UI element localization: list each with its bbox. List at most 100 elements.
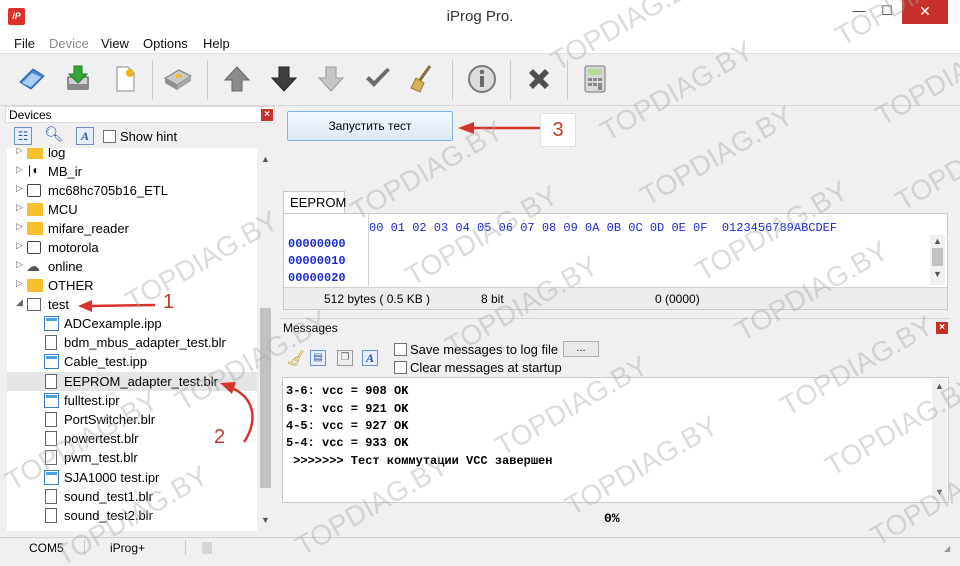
calculator-icon[interactable] (577, 61, 613, 97)
annotation-number-2: 2 (214, 426, 226, 448)
toolbar (0, 54, 960, 106)
menu-help[interactable]: Help (203, 36, 230, 51)
broom-icon[interactable] (405, 61, 441, 97)
checkmark-icon[interactable] (360, 61, 396, 97)
document-icon (45, 508, 57, 523)
menu-file[interactable]: File (14, 36, 35, 51)
info-icon[interactable] (464, 61, 500, 97)
window-title: iProg Pro. (446, 8, 514, 25)
tree-scrollbar[interactable]: ▲ ▼ (257, 148, 274, 531)
run-test-button[interactable]: Запустить тест (287, 111, 453, 141)
status-divider (185, 540, 186, 555)
scroll-down-icon[interactable]: ▼ (933, 269, 942, 279)
chip-icon (27, 184, 41, 197)
menu-view[interactable]: View (101, 36, 129, 51)
tree-item[interactable]: Cable_test.ipp (7, 352, 257, 371)
tree-item[interactable]: bdm_mbus_adapter_test.blr (7, 333, 257, 352)
save-log-checkbox[interactable] (394, 343, 407, 356)
expand-arrow-icon[interactable]: ▷ (16, 164, 23, 175)
new-document-icon[interactable] (107, 61, 143, 97)
hex-scrollbar[interactable]: ▲ ▼ (930, 235, 945, 285)
expand-arrow-icon[interactable]: ▷ (16, 240, 23, 251)
expand-arrow-icon[interactable]: ▷ (16, 278, 23, 289)
clear-startup-checkbox[interactable] (394, 361, 407, 374)
tree-item[interactable]: ▷ mc68hc705b16_ETL (7, 181, 257, 200)
close-messages-panel-icon[interactable]: × (936, 322, 948, 334)
tree-item[interactable]: ▷ motorola (7, 238, 257, 257)
menu-options[interactable]: Options (143, 36, 188, 51)
minimize-button[interactable]: — (844, 0, 874, 24)
arrow-down-light-icon[interactable] (313, 61, 349, 97)
expand-arrow-icon[interactable]: ▷ (16, 221, 23, 232)
tree-item[interactable]: ▷ OTHER (7, 276, 257, 295)
scrollbar-thumb[interactable] (932, 248, 943, 266)
menu-device[interactable]: Device (49, 36, 89, 51)
tree-item[interactable]: ▷ log (7, 148, 257, 162)
tree-item[interactable]: ▷ mifare_reader (7, 219, 257, 238)
arrow-up-icon[interactable] (219, 61, 255, 97)
log-line: 3-6: vcc = 908 OK (286, 384, 409, 398)
scroll-down-icon[interactable]: ▼ (935, 487, 944, 497)
document-icon (45, 431, 57, 446)
tree-item[interactable]: ▷ MCU (7, 200, 257, 219)
browse-log-button[interactable]: ... (563, 341, 599, 357)
tree-item[interactable]: ▷ |◖ MB_ir (7, 162, 257, 181)
open-icon[interactable] (14, 61, 50, 97)
arrow-down-icon[interactable] (266, 61, 302, 97)
cancel-icon[interactable] (521, 61, 557, 97)
messages-panel-header: Messages × (280, 318, 950, 337)
tree-item[interactable]: fulltest.ipr (7, 391, 257, 410)
save-icon[interactable]: ▤ (310, 350, 326, 366)
show-hint-label: Show hint (120, 129, 178, 144)
resize-grip-icon[interactable]: ◢ (944, 544, 950, 553)
scrollbar-thumb[interactable] (260, 308, 271, 488)
font-icon[interactable]: A (76, 127, 94, 145)
tree-item[interactable]: ADCexample.ipp (7, 314, 257, 333)
maximize-button[interactable]: ☐ (872, 0, 902, 24)
device-icon[interactable] (160, 61, 196, 97)
save-download-icon[interactable] (60, 61, 96, 97)
tree-item[interactable]: pwm_test.blr (7, 448, 257, 467)
scroll-up-icon[interactable]: ▲ (261, 154, 270, 164)
devices-tree: ▷ log ▷ |◖ MB_ir ▷ mc68hc705b16_ETL ▷ MC… (7, 148, 257, 531)
font-icon[interactable]: A (362, 350, 378, 366)
annotation-number-3: 3 (540, 113, 576, 147)
title-bar: iP iProg Pro. — ☐ ✕ (0, 0, 960, 33)
expand-arrow-icon[interactable]: ▷ (16, 183, 23, 194)
messages-log[interactable]: 3-6: vcc = 908 OK 6-3: vcc = 921 OK 4-5:… (282, 377, 949, 503)
broom-icon[interactable]: 🧹︎ (286, 349, 305, 367)
tree-item[interactable]: ▷ ☁︎ online (7, 257, 257, 276)
tab-eeprom[interactable]: EEPROM (283, 191, 346, 214)
tree-item[interactable]: ◢ test (7, 295, 257, 314)
log-line: 4-5: vcc = 927 OK (286, 419, 409, 433)
hex-row-address: 00000020 (288, 271, 346, 285)
collapse-arrow-icon[interactable]: ◢ (16, 297, 23, 308)
copy-icon[interactable]: ❐ (337, 350, 353, 366)
expand-arrow-icon[interactable]: ▷ (16, 148, 23, 156)
eeprom-hex-view[interactable]: 00 01 02 03 04 05 06 07 08 09 0A 0B 0C 0… (283, 213, 948, 310)
tree-view-icon[interactable]: ☷ (14, 127, 32, 145)
watermark: TOPDIAG.BY (890, 104, 960, 217)
ipp-file-icon (44, 354, 59, 369)
scroll-up-icon[interactable]: ▲ (933, 236, 942, 246)
scroll-up-icon[interactable]: ▲ (935, 381, 944, 391)
close-window-button[interactable]: ✕ (902, 0, 948, 24)
devices-toolbar: ☷ 🔍︎ A Show hint (5, 124, 275, 148)
close-devices-panel-icon[interactable]: × (261, 109, 273, 121)
document-icon (45, 335, 57, 350)
search-icon[interactable]: 🔍︎ (44, 127, 63, 145)
tree-item[interactable]: sound_test2.blr (7, 506, 257, 525)
hex-row-address: 00000000 (288, 237, 346, 251)
tree-item[interactable]: sound_test1.blr (7, 487, 257, 506)
clear-startup-label: Clear messages at startup (410, 360, 562, 375)
expand-arrow-icon[interactable]: ▷ (16, 202, 23, 213)
expand-arrow-icon[interactable]: ▷ (16, 259, 23, 270)
messages-title: Messages (283, 321, 338, 335)
tree-item[interactable]: SJA1000 test.ipr (7, 468, 257, 487)
devices-panel-header: Devices × (5, 106, 275, 123)
show-hint-checkbox[interactable] (103, 130, 116, 143)
messages-toolbar: 🧹︎ ▤ ❐ A Save messages to log file ... C… (280, 340, 950, 376)
messages-scrollbar[interactable]: ▲ ▼ (932, 379, 947, 501)
scroll-down-icon[interactable]: ▼ (261, 515, 270, 525)
tree-item-selected[interactable]: EEPROM_adapter_test.blr (7, 372, 257, 391)
